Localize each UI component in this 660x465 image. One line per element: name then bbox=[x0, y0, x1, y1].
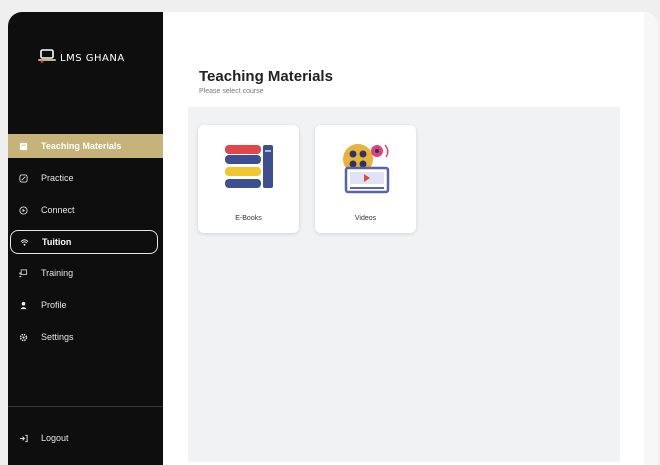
edit-icon bbox=[18, 173, 28, 183]
brand-logo[interactable]: LMS GHANA bbox=[38, 49, 125, 68]
sidebar: LMS GHANA Teaching Materials Practice Co… bbox=[8, 12, 163, 465]
book-icon bbox=[18, 141, 28, 151]
sidebar-item-label: Settings bbox=[41, 332, 74, 342]
gear-icon bbox=[18, 332, 28, 342]
window-edge bbox=[644, 12, 658, 465]
app-window: LMS GHANA Teaching Materials Practice Co… bbox=[8, 12, 658, 465]
course-card-label: Videos bbox=[354, 215, 377, 222]
page-subtitle: Please select course bbox=[199, 88, 264, 95]
course-card-ebooks[interactable]: E-Books bbox=[198, 125, 299, 233]
main-content: Teaching Materials Please select course … bbox=[163, 12, 658, 465]
course-card-videos[interactable]: Videos bbox=[315, 125, 416, 233]
logout-label: Logout bbox=[41, 433, 69, 443]
sidebar-item-training[interactable]: Training bbox=[8, 261, 163, 285]
sidebar-item-label: Teaching Materials bbox=[41, 141, 122, 151]
laptop-icon bbox=[38, 49, 56, 68]
sidebar-item-settings[interactable]: Settings bbox=[8, 325, 163, 349]
logout-button[interactable]: Logout bbox=[8, 426, 163, 450]
presentation-icon bbox=[18, 268, 28, 278]
brand-name: LMS GHANA bbox=[60, 53, 125, 64]
logout-icon bbox=[18, 433, 28, 443]
wifi-icon bbox=[19, 237, 29, 247]
user-icon bbox=[18, 300, 28, 310]
sidebar-item-label: Tuition bbox=[42, 237, 72, 247]
sidebar-item-label: Connect bbox=[41, 205, 75, 215]
page-title: Teaching Materials bbox=[199, 68, 333, 85]
sidebar-item-teaching-materials[interactable]: Teaching Materials bbox=[8, 134, 163, 158]
sidebar-item-label: Practice bbox=[41, 173, 74, 183]
sidebar-item-profile[interactable]: Profile bbox=[8, 293, 163, 317]
sidebar-item-label: Training bbox=[41, 268, 74, 278]
sidebar-item-practice[interactable]: Practice bbox=[8, 166, 163, 190]
course-card-label: E-Books bbox=[235, 215, 262, 222]
sidebar-item-label: Profile bbox=[41, 300, 67, 310]
books-icon bbox=[224, 145, 273, 188]
sidebar-item-tuition[interactable]: Tuition bbox=[10, 230, 158, 254]
sidebar-divider bbox=[8, 406, 163, 407]
sidebar-item-connect[interactable]: Connect bbox=[8, 198, 163, 222]
play-icon bbox=[18, 205, 28, 215]
video-reel-icon bbox=[342, 144, 389, 194]
